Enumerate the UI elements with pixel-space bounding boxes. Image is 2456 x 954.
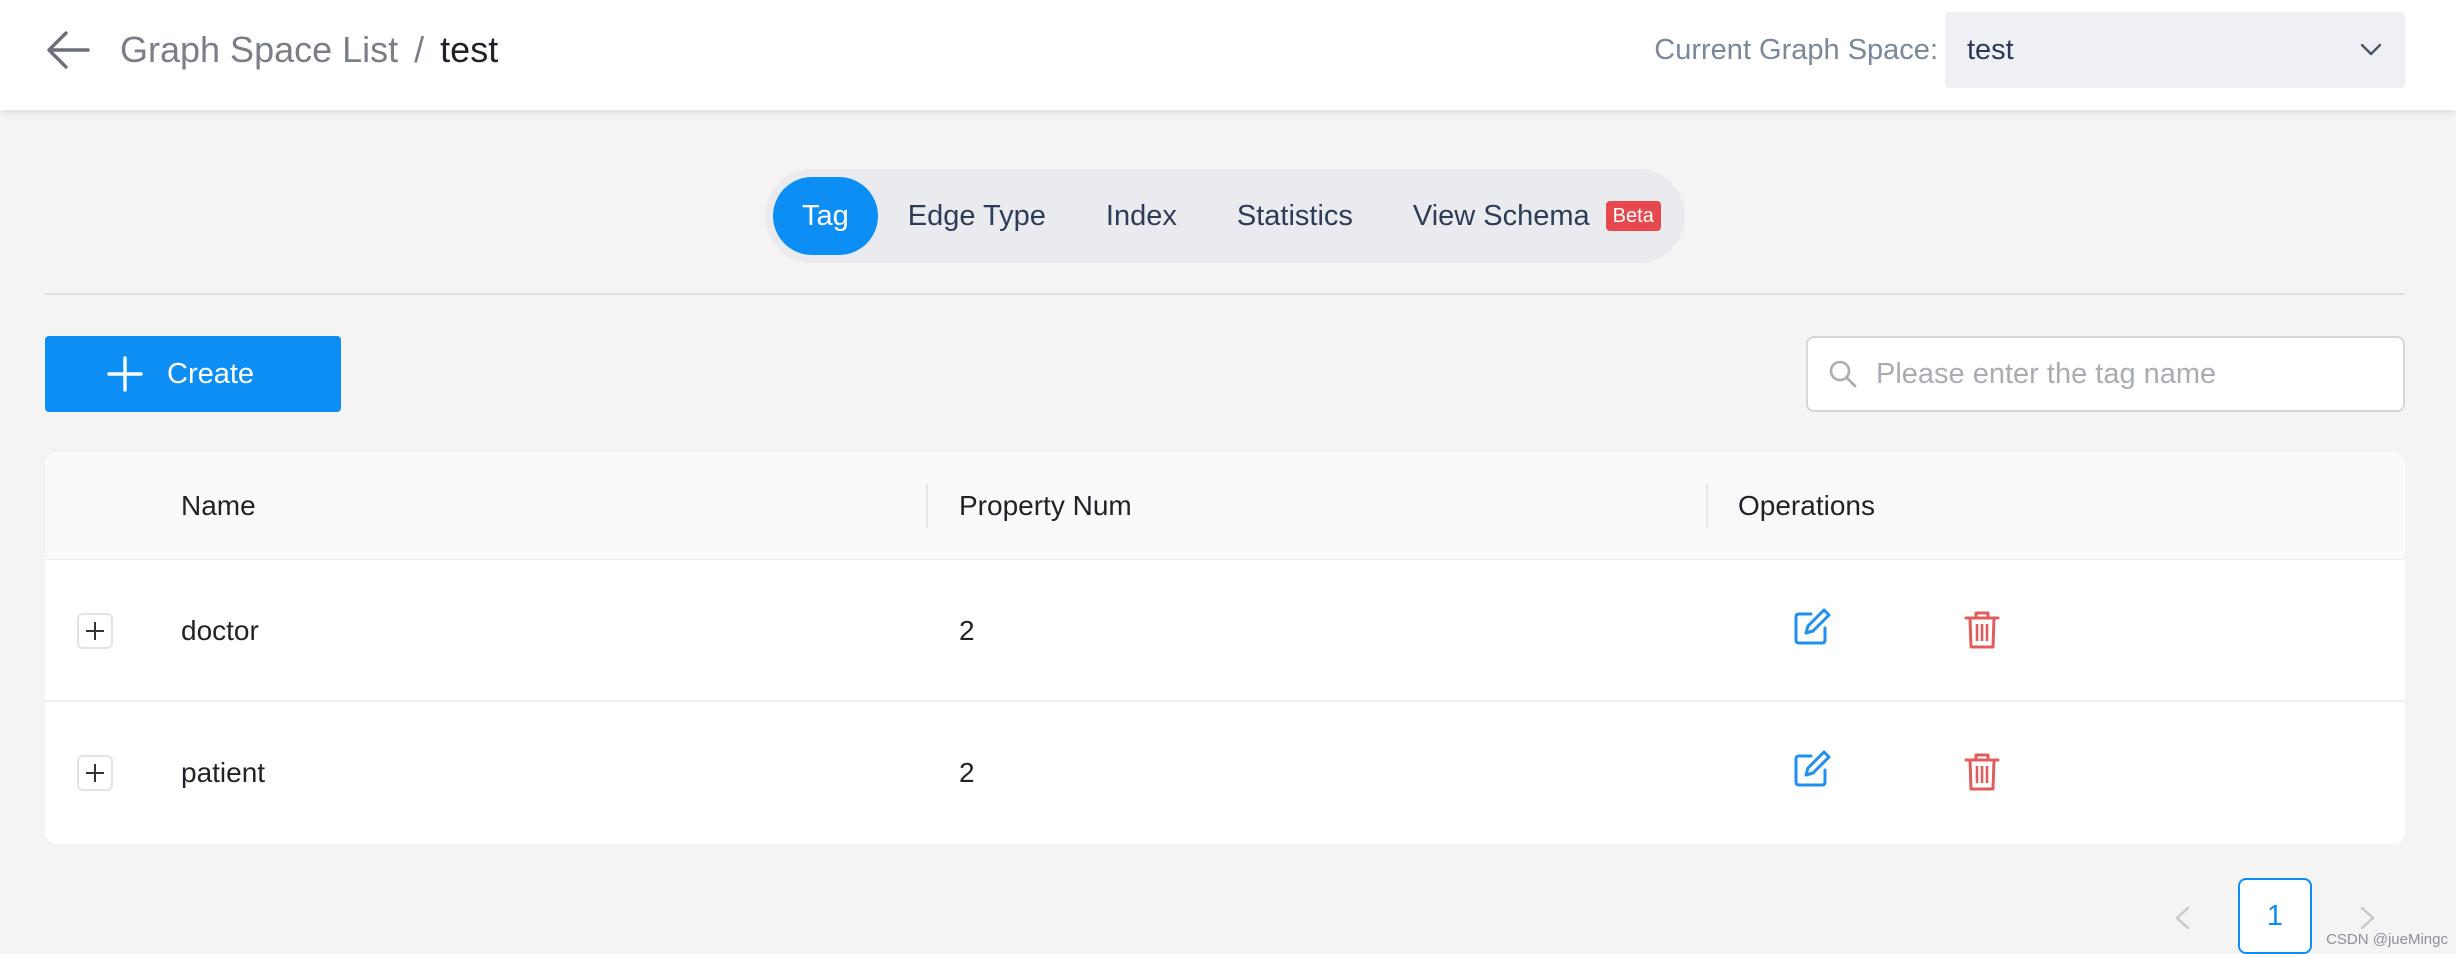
graph-space-select-value: test (1967, 33, 2014, 66)
breadcrumb: Graph Space List / test (120, 26, 498, 74)
tab-statistics[interactable]: Statistics (1207, 177, 1383, 255)
create-button[interactable]: Create (45, 336, 341, 412)
row-tag-name: doctor (181, 615, 259, 646)
edit-icon[interactable] (1791, 606, 1833, 648)
column-header-operations: Operations (1738, 490, 1875, 521)
row-property-num: 2 (959, 615, 975, 646)
breadcrumb-current-space: test (440, 29, 499, 70)
plus-icon (86, 764, 104, 782)
edit-icon[interactable] (1791, 748, 1833, 790)
tab-statistics-label: Statistics (1236, 199, 1353, 232)
watermark: CSDN @jueMingc (2326, 931, 2448, 948)
current-graph-space-label: Current Graph Space: (1654, 34, 1938, 66)
graph-space-select[interactable]: test (1945, 12, 2405, 88)
tab-view-schema[interactable]: View Schema Beta (1383, 177, 1691, 255)
column-header-name: Name (181, 490, 256, 521)
top-header: Graph Space List / test Current Graph Sp… (0, 0, 2456, 110)
tag-table: Name Property Num Operations doctor 2 pa… (45, 452, 2405, 844)
chevron-left-icon[interactable] (2168, 898, 2196, 938)
create-button-label: Create (167, 357, 255, 390)
chevron-down-icon (2360, 43, 2382, 56)
tab-edge-type-label: Edge Type (907, 199, 1046, 232)
arrow-left-icon (47, 31, 90, 69)
tab-tag-label: Tag (802, 199, 849, 232)
tag-search-box[interactable] (1806, 336, 2405, 412)
plus-icon (86, 622, 104, 640)
breadcrumb-graph-space-list[interactable]: Graph Space List (120, 29, 398, 71)
tag-search-input[interactable] (1876, 357, 2396, 391)
tab-edge-type[interactable]: Edge Type (878, 177, 1076, 255)
trash-icon[interactable] (1961, 751, 2003, 793)
column-header-property-num: Property Num (959, 490, 1132, 521)
row-property-num: 2 (959, 757, 975, 788)
back-button[interactable] (40, 28, 96, 72)
tab-index-label: Index (1105, 199, 1177, 232)
plus-icon (107, 356, 143, 392)
breadcrumb-separator: / (414, 29, 425, 70)
tab-view-schema-label: View Schema (1412, 199, 1590, 232)
search-icon (1829, 360, 1857, 388)
row-tag-name: patient (181, 757, 266, 788)
expand-row-button[interactable] (77, 755, 113, 791)
table-header: Name Property Num Operations (45, 452, 2405, 560)
table-row: doctor 2 (45, 560, 2405, 702)
column-separator (1706, 484, 1708, 528)
expand-row-button[interactable] (77, 613, 113, 649)
tab-tag[interactable]: Tag (773, 177, 878, 255)
beta-badge: Beta (1605, 201, 1661, 231)
tabs-divider (45, 293, 2405, 295)
schema-tabs: Tag Edge Type Index Statistics View Sche… (765, 169, 1685, 263)
tab-index[interactable]: Index (1076, 177, 1207, 255)
trash-icon[interactable] (1961, 609, 2003, 651)
pagination-current-page[interactable]: 1 (2238, 878, 2312, 954)
table-row: patient 2 (45, 702, 2405, 844)
column-separator (926, 484, 928, 528)
